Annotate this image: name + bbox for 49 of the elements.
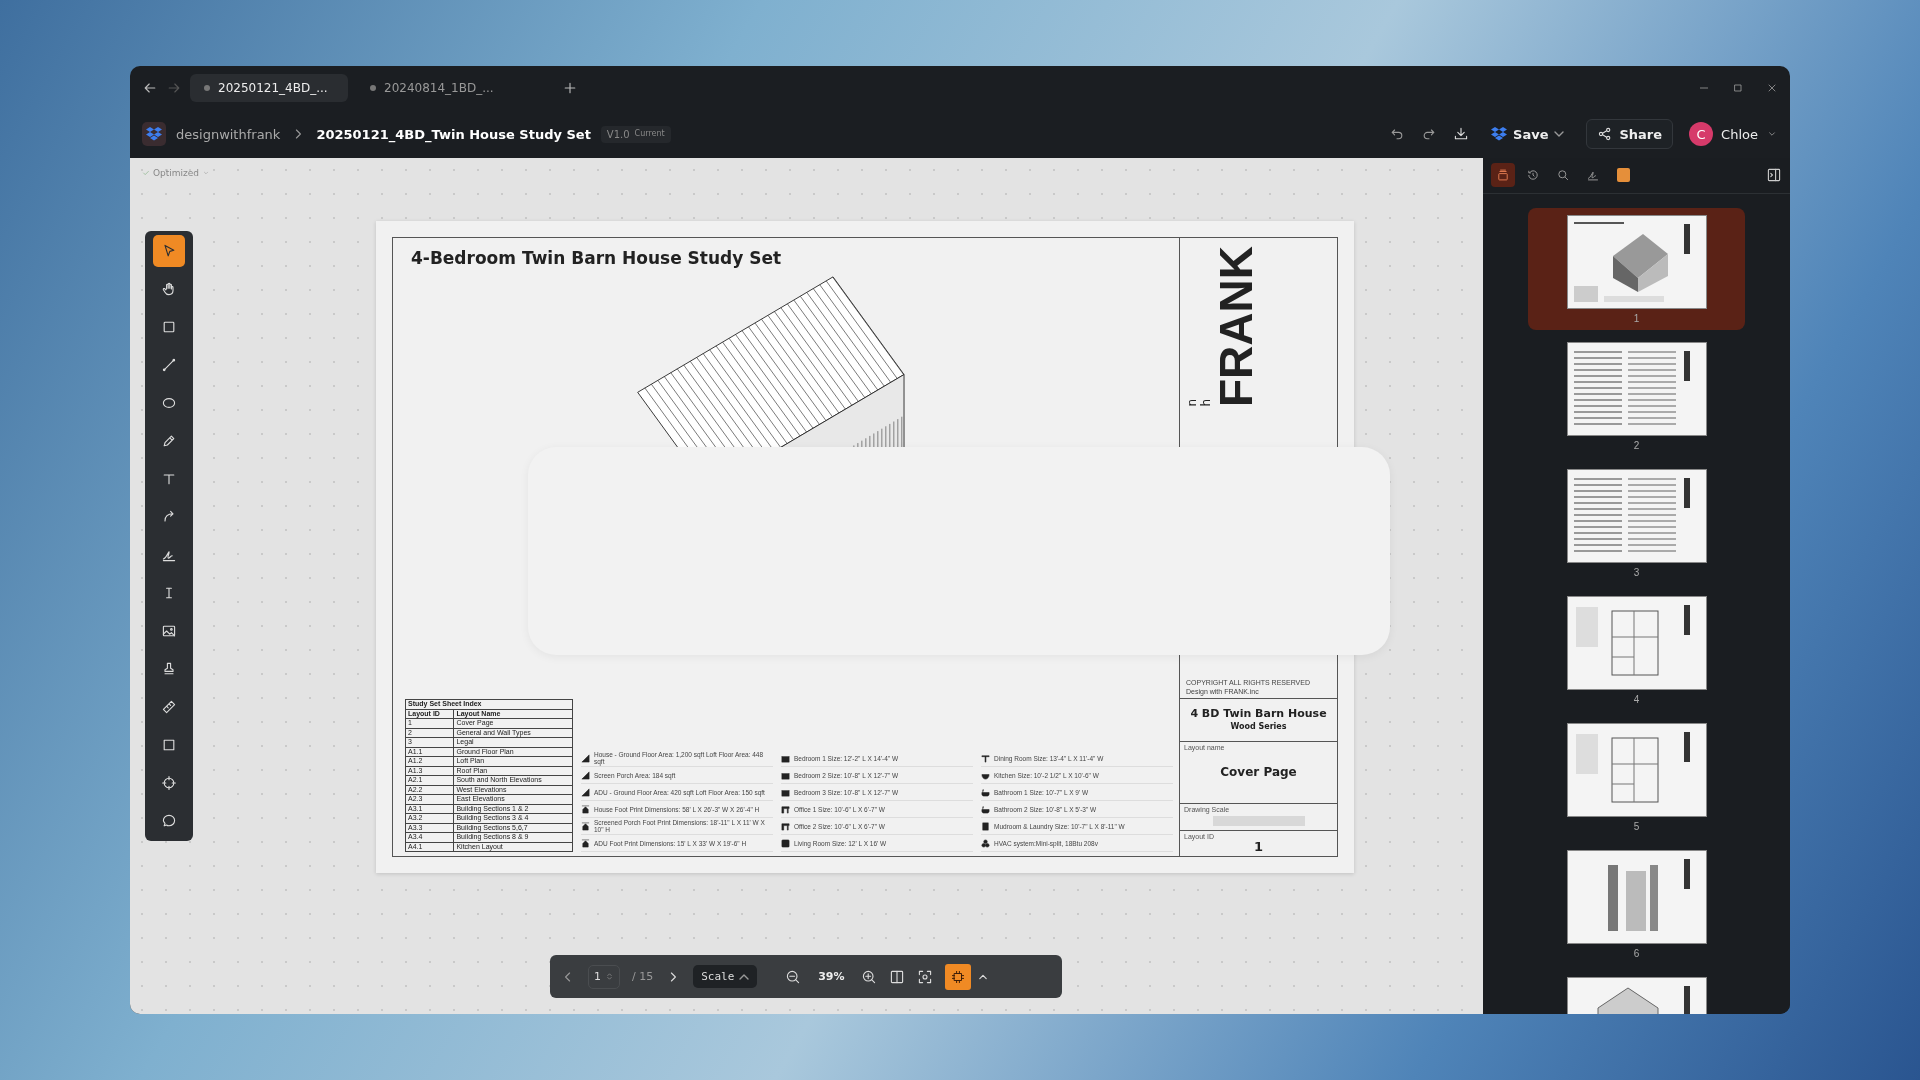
layout-name: Cover Page <box>1219 764 1298 781</box>
fit-page-button[interactable] <box>945 963 972 990</box>
pointer-icon[interactable] <box>153 235 185 267</box>
zoom-in-button[interactable] <box>861 968 878 985</box>
version-tag: V1.0 Current <box>600 125 671 143</box>
caret-icon <box>739 973 750 980</box>
table-icon <box>981 753 990 763</box>
save-button[interactable]: Save <box>1485 125 1571 143</box>
brand-fragment: n <box>1186 399 1198 407</box>
bathtub-icon <box>981 804 990 814</box>
house-icon <box>581 821 590 831</box>
layout-id: 1 <box>1252 840 1264 854</box>
project-name: 4 BD Twin Barn House <box>1189 706 1328 720</box>
house-icon <box>581 838 590 848</box>
page-count: / 15 <box>632 970 654 983</box>
file-tab[interactable]: 20250121_4BD_... <box>190 74 348 102</box>
house-icon <box>581 804 590 814</box>
frame-icon <box>951 968 966 985</box>
washer-icon <box>981 821 990 831</box>
page-number-field[interactable]: 1 <box>588 964 620 989</box>
workspace-link[interactable]: designwithfrank <box>176 126 281 142</box>
zoom-out-button[interactable] <box>785 968 802 985</box>
scale-dropdown[interactable]: Scale <box>693 965 758 988</box>
series-name: Wood Series <box>1229 721 1288 733</box>
user-menu[interactable]: C Chloe <box>1689 122 1778 146</box>
page-thumbnail[interactable]: 1 <box>1528 207 1745 330</box>
bathtub-icon <box>981 787 990 797</box>
document-title: 4-Bedroom Twin Barn House Study Set <box>410 247 783 268</box>
house-drawing <box>1612 233 1668 292</box>
box-logo-icon <box>1491 127 1508 141</box>
caret-icon <box>1554 131 1565 137</box>
brand-fragment: h <box>1200 399 1212 407</box>
download-button[interactable] <box>1453 126 1470 142</box>
desk-icon <box>781 821 790 831</box>
share-button[interactable]: Share <box>1586 119 1674 149</box>
back-button[interactable] <box>142 80 158 96</box>
collapse-panel-button[interactable] <box>1766 167 1782 184</box>
split-view-button[interactable] <box>889 968 906 985</box>
zoom-level: 39% <box>817 970 846 983</box>
file-name: 20250121_4BD_Twin House Study Set <box>316 126 591 142</box>
file-tab[interactable]: 20240814_1BD_... <box>356 74 514 102</box>
desk-icon <box>781 804 790 814</box>
check-icon <box>142 169 150 177</box>
fan-icon <box>981 838 990 848</box>
brand-name: FRANK <box>1213 246 1259 407</box>
new-tab-button[interactable] <box>562 80 578 96</box>
box-logo-icon <box>142 122 166 146</box>
focus-button[interactable] <box>917 968 934 985</box>
layers-icon[interactable] <box>1491 163 1515 188</box>
